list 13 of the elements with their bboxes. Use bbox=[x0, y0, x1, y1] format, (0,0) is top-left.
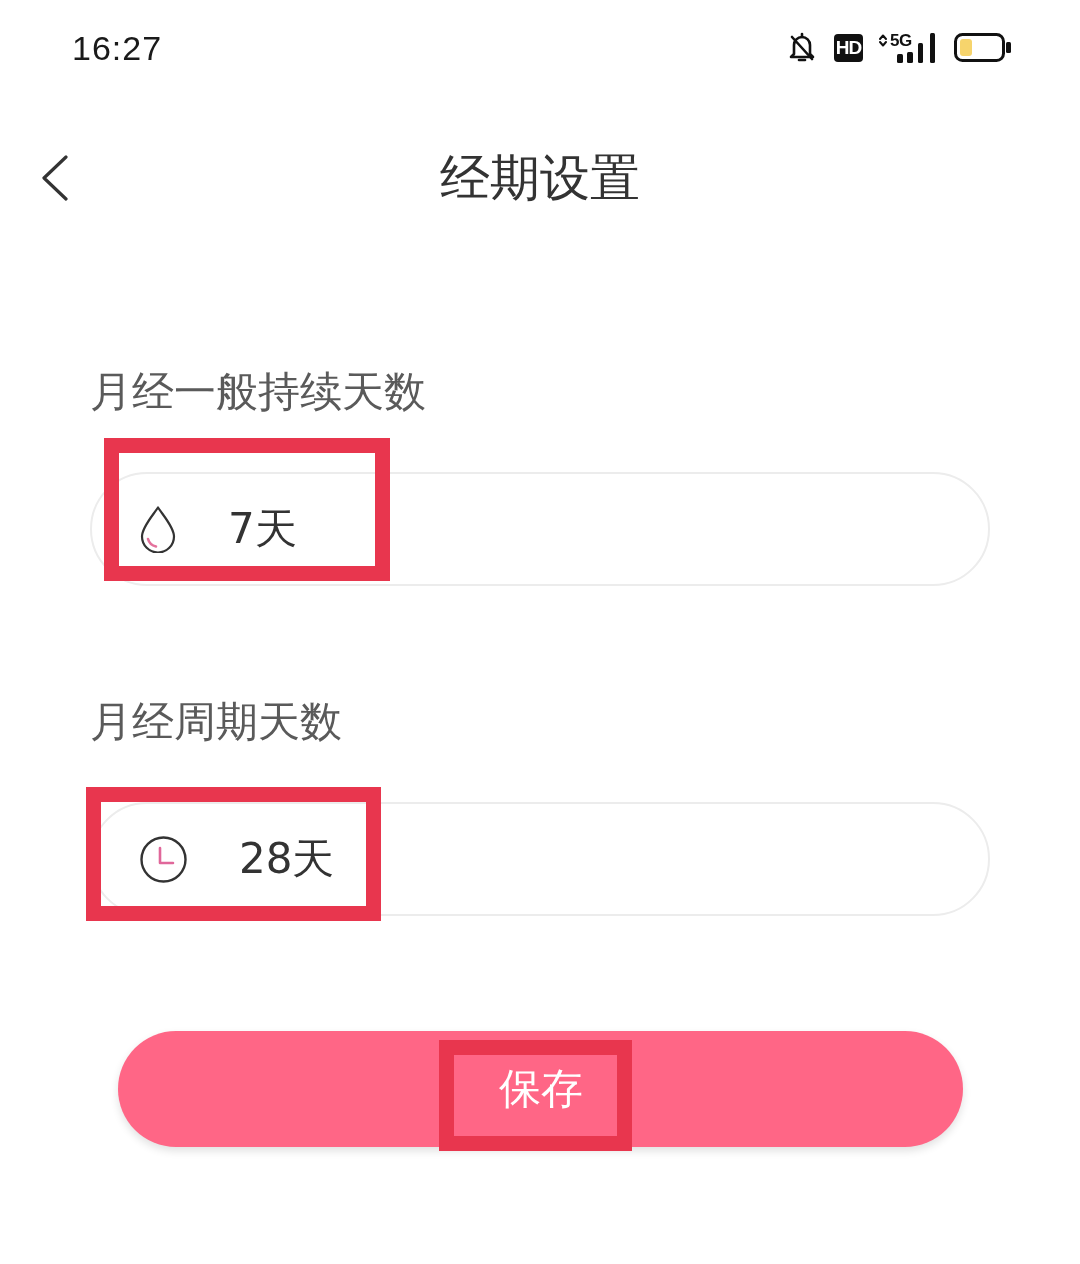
data-arrows-icon bbox=[879, 33, 887, 47]
hd-badge: HD bbox=[834, 33, 863, 62]
network-label: 5G bbox=[890, 31, 912, 49]
bell-slash-icon bbox=[789, 32, 815, 63]
field-label: 月经一般持续天数 bbox=[90, 367, 427, 417]
back-chevron-icon[interactable] bbox=[41, 155, 69, 201]
input-field[interactable]: 7天 bbox=[90, 472, 990, 586]
clock-icon bbox=[140, 835, 187, 883]
status-time: 16:27 bbox=[72, 30, 163, 65]
field-label: 月经周期天数 bbox=[90, 697, 343, 747]
battery-icon bbox=[954, 33, 1012, 62]
page-title: 经期设置 bbox=[440, 153, 640, 203]
water-drop-icon bbox=[140, 505, 176, 553]
